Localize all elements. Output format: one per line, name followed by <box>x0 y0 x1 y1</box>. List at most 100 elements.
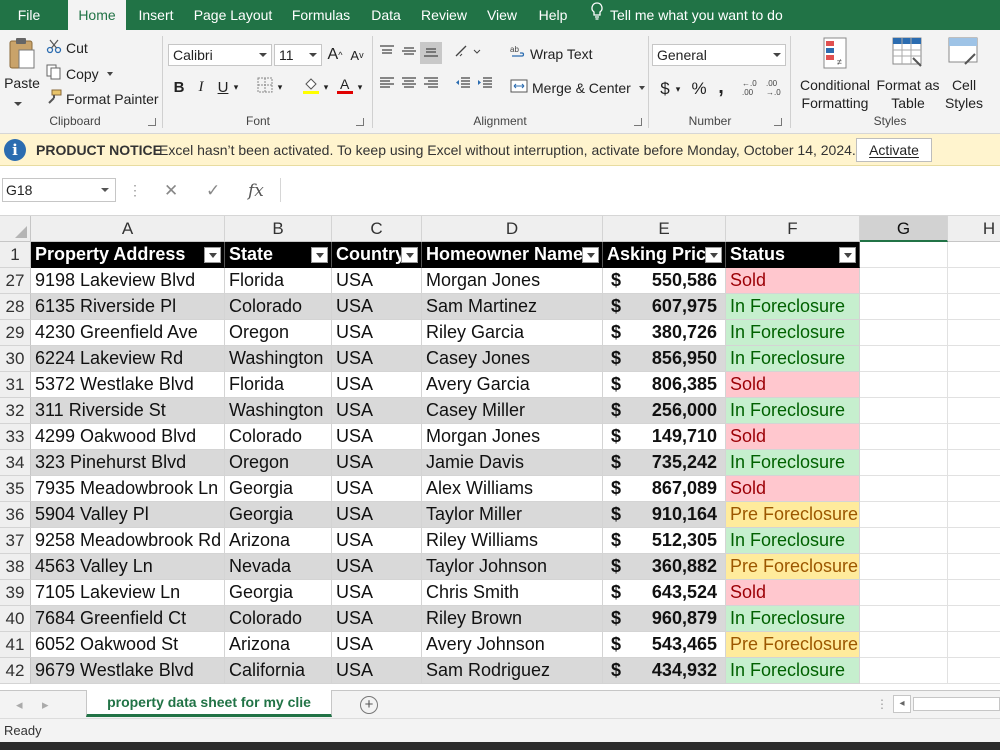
cell-owner[interactable]: Riley Brown <box>422 606 603 632</box>
filter-dropdown-icon[interactable] <box>705 247 722 263</box>
scroll-sheets-right-icon[interactable]: ▸ <box>42 697 49 713</box>
cell-owner[interactable]: Avery Johnson <box>422 632 603 658</box>
formula-input[interactable] <box>280 178 1000 202</box>
underline-dropdown-arrow[interactable]: ▾ <box>230 76 242 98</box>
empty-cell[interactable] <box>860 320 948 346</box>
empty-cell[interactable] <box>860 528 948 554</box>
cell-state[interactable]: Georgia <box>225 502 332 528</box>
empty-cell[interactable] <box>860 476 948 502</box>
cell-country[interactable]: USA <box>332 580 422 606</box>
alignment-dialog-launcher[interactable] <box>634 118 642 126</box>
row-header[interactable]: 33 <box>0 424 31 450</box>
format-painter-button[interactable]: Format Painter <box>46 89 159 108</box>
enter-icon[interactable]: ✓ <box>206 181 220 201</box>
orientation-button[interactable] <box>452 42 484 64</box>
cell-state[interactable]: Oregon <box>225 320 332 346</box>
table-header-cell[interactable]: Asking Price <box>603 242 726 268</box>
cell-status[interactable]: Pre Foreclosure <box>726 554 860 580</box>
empty-cell[interactable] <box>860 372 948 398</box>
menu-tab-review[interactable]: Review <box>416 0 472 30</box>
cell-country[interactable]: USA <box>332 554 422 580</box>
cell-owner[interactable]: Riley Williams <box>422 528 603 554</box>
align-left-button[interactable] <box>376 74 398 96</box>
row-header[interactable]: 30 <box>0 346 31 372</box>
cut-button[interactable]: Cut <box>46 38 88 57</box>
table-header-cell[interactable]: State <box>225 242 332 268</box>
cell-state[interactable]: Nevada <box>225 554 332 580</box>
scroll-left-icon[interactable]: ◂ <box>893 695 911 713</box>
cell-state[interactable]: Arizona <box>225 632 332 658</box>
conditional-formatting-button[interactable]: ≠ Conditional Formatting <box>796 36 874 112</box>
format-as-table-button[interactable]: Format as Table <box>876 36 940 112</box>
empty-cell[interactable] <box>948 606 1000 632</box>
sheet-tab-active[interactable]: property data sheet for my clie <box>86 690 332 717</box>
cell-country[interactable]: USA <box>332 424 422 450</box>
row-header[interactable]: 37 <box>0 528 31 554</box>
paste-button[interactable]: Paste <box>4 36 40 91</box>
cell-state[interactable]: Washington <box>225 398 332 424</box>
cell-address[interactable]: 7684 Greenfield Ct <box>31 606 225 632</box>
cell-owner[interactable]: Avery Garcia <box>422 372 603 398</box>
cell-status[interactable]: In Foreclosure <box>726 320 860 346</box>
empty-cell[interactable] <box>860 424 948 450</box>
menu-tab-formulas[interactable]: Formulas <box>286 0 356 30</box>
filter-dropdown-icon[interactable] <box>839 247 856 263</box>
bottom-align-button[interactable] <box>420 42 442 64</box>
cell-status[interactable]: In Foreclosure <box>726 606 860 632</box>
empty-cell[interactable] <box>860 346 948 372</box>
cell-address[interactable]: 4563 Valley Ln <box>31 554 225 580</box>
cell-address[interactable]: 5372 Westlake Blvd <box>31 372 225 398</box>
cell-country[interactable]: USA <box>332 606 422 632</box>
cell-status[interactable]: In Foreclosure <box>726 346 860 372</box>
column-header-a[interactable]: A <box>31 216 225 242</box>
cell-owner[interactable]: Taylor Johnson <box>422 554 603 580</box>
column-header-b[interactable]: B <box>225 216 332 242</box>
cell-owner[interactable]: Casey Miller <box>422 398 603 424</box>
cell-address[interactable]: 6224 Lakeview Rd <box>31 346 225 372</box>
fill-color-button[interactable] <box>300 76 322 98</box>
cell-country[interactable]: USA <box>332 450 422 476</box>
align-center-button[interactable] <box>398 74 420 96</box>
increase-font-size-button[interactable]: A ^ <box>324 44 346 66</box>
number-dialog-launcher[interactable] <box>774 118 782 126</box>
select-all-button[interactable] <box>0 216 31 242</box>
fill-color-dropdown-arrow[interactable]: ▾ <box>320 76 332 98</box>
empty-cell[interactable] <box>948 268 1000 294</box>
row-header[interactable]: 39 <box>0 580 31 606</box>
empty-cell[interactable] <box>860 268 948 294</box>
accounting-dropdown-arrow[interactable]: ▾ <box>672 78 684 100</box>
decrease-font-size-button[interactable]: Av <box>346 44 368 66</box>
empty-cell[interactable] <box>860 450 948 476</box>
cell-asking-price[interactable]: $643,524 <box>603 580 726 606</box>
cell-country[interactable]: USA <box>332 320 422 346</box>
row-header[interactable]: 38 <box>0 554 31 580</box>
empty-cell[interactable] <box>948 320 1000 346</box>
cell-address[interactable]: 9258 Meadowbrook Rd <box>31 528 225 554</box>
empty-cell[interactable] <box>860 658 948 684</box>
menu-tab-help[interactable]: Help <box>532 0 574 30</box>
cell-owner[interactable]: Alex Williams <box>422 476 603 502</box>
increase-decimal-button[interactable]: ←.0.00 <box>740 78 762 100</box>
column-header-d[interactable]: D <box>422 216 603 242</box>
cell-state[interactable]: Washington <box>225 346 332 372</box>
insert-function-icon[interactable]: fx <box>248 181 264 201</box>
cell-status[interactable]: Sold <box>726 580 860 606</box>
cell-asking-price[interactable]: $512,305 <box>603 528 726 554</box>
column-header-h[interactable]: H <box>948 216 1000 242</box>
empty-cell[interactable] <box>860 606 948 632</box>
row-header[interactable]: 28 <box>0 294 31 320</box>
bold-button[interactable]: B <box>168 76 190 98</box>
cell-status[interactable]: Pre Foreclosure <box>726 502 860 528</box>
cell-asking-price[interactable]: $550,586 <box>603 268 726 294</box>
empty-cell[interactable] <box>860 632 948 658</box>
menu-tab-data[interactable]: Data <box>364 0 408 30</box>
cell-country[interactable]: USA <box>332 268 422 294</box>
merge-dropdown-arrow[interactable] <box>638 85 645 90</box>
font-color-button[interactable]: A <box>334 76 356 98</box>
empty-cell[interactable] <box>948 476 1000 502</box>
filter-dropdown-icon[interactable] <box>401 247 418 263</box>
align-right-button[interactable] <box>420 74 442 96</box>
cell-owner[interactable]: Morgan Jones <box>422 424 603 450</box>
table-header-cell[interactable]: Country <box>332 242 422 268</box>
cell-state[interactable]: Florida <box>225 372 332 398</box>
